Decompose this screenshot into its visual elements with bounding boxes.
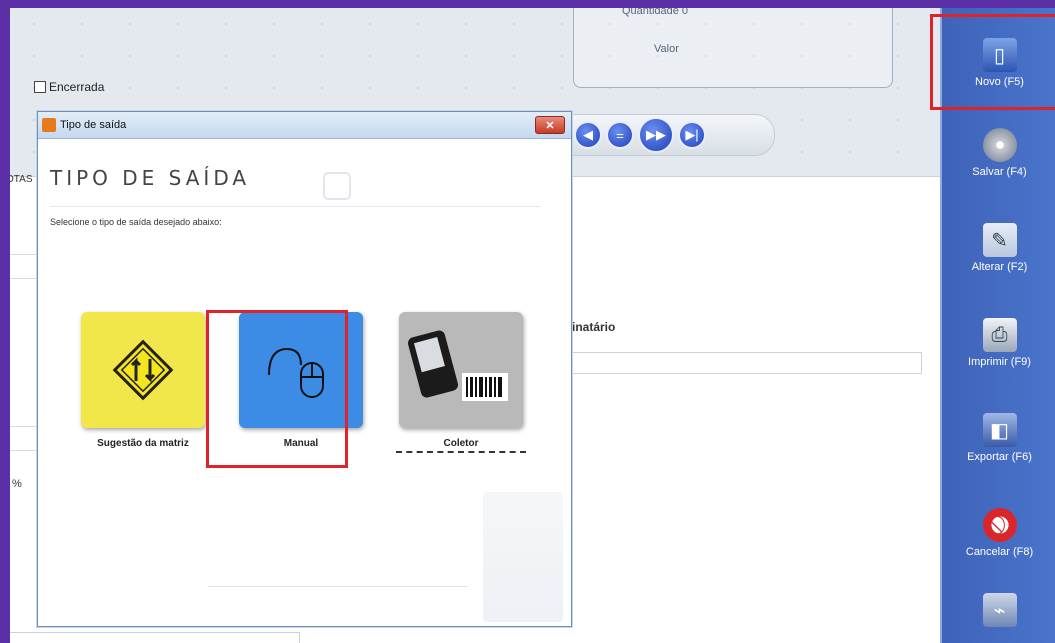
- divider: [10, 426, 38, 427]
- app-icon: [42, 118, 56, 132]
- export-button[interactable]: ◧ Exportar (F6): [942, 403, 1055, 473]
- printer-icon: ⎙: [982, 318, 1017, 352]
- tab-otas[interactable]: OTAS: [10, 174, 32, 185]
- option-coletor[interactable]: Coletor: [396, 312, 526, 453]
- dialog-title: Tipo de saída: [60, 119, 127, 131]
- edit-button-label: Alterar (F2): [971, 261, 1028, 273]
- shelves-watermark-icon: [483, 492, 563, 622]
- disc-save-icon: [982, 128, 1017, 162]
- cancel-icon: ⃠: [982, 508, 1017, 542]
- current-record-button[interactable]: =: [606, 121, 634, 149]
- record-navigation: ◀ = ▶▶ ▶|: [555, 114, 775, 156]
- divider: [10, 254, 38, 255]
- main-window: Quantidade 0 Valor Encerrada ◀ = ▶▶ ▶| O…: [10, 8, 1055, 643]
- print-button[interactable]: ⎙ Imprimir (F9): [942, 308, 1055, 378]
- previous-record-button[interactable]: ◀: [574, 121, 602, 149]
- destinatario-label: tinatário: [568, 320, 616, 334]
- divider: [10, 278, 38, 279]
- dialog-subtitle: Selecione o tipo de saída desejado abaix…: [50, 217, 222, 227]
- last-record-button[interactable]: ▶|: [678, 121, 706, 149]
- save-button[interactable]: Salvar (F4): [942, 118, 1055, 188]
- valor-label: Valor: [654, 43, 679, 55]
- divider: [208, 586, 468, 587]
- checkbox-box[interactable]: [34, 81, 46, 93]
- arrows-sign-icon: [81, 312, 205, 428]
- option-label: Coletor: [396, 438, 526, 453]
- close-button[interactable]: ✕: [535, 116, 565, 134]
- cancel-button-label: Cancelar (F8): [965, 546, 1034, 558]
- handheld-scanner-icon: [399, 312, 523, 428]
- option-label: Sugestão da matriz: [97, 438, 189, 449]
- encerrada-label: Encerrada: [49, 80, 105, 94]
- encerrada-checkbox[interactable]: Encerrada: [34, 80, 104, 94]
- next-record-button[interactable]: ▶▶: [638, 117, 674, 153]
- option-sugestao-matriz[interactable]: Sugestão da matriz: [78, 312, 208, 449]
- totals-box: Quantidade 0 Valor: [573, 8, 893, 88]
- edit-page-icon: ✎: [982, 223, 1017, 257]
- dialog-titlebar[interactable]: Tipo de saída ✕: [38, 112, 571, 139]
- clear-button[interactable]: ⌁: [942, 583, 1055, 643]
- broom-icon: ⌁: [982, 593, 1017, 627]
- highlight-manual-option: [206, 310, 348, 468]
- edit-button[interactable]: ✎ Alterar (F2): [942, 213, 1055, 283]
- export-icon: ◧: [982, 413, 1017, 447]
- decorative-icon: [323, 172, 351, 200]
- percent-label: %: [12, 478, 22, 490]
- highlight-new-button: [930, 14, 1055, 110]
- export-button-label: Exportar (F6): [967, 451, 1032, 463]
- bottom-select[interactable]: [10, 632, 300, 643]
- quantidade-label: Quantidade 0: [622, 8, 689, 17]
- destinatario-input[interactable]: [568, 352, 922, 374]
- close-icon: ✕: [545, 119, 555, 132]
- print-button-label: Imprimir (F9): [968, 356, 1031, 368]
- dialog-heading: TIPO DE SAÍDA: [50, 166, 251, 190]
- divider: [10, 450, 38, 451]
- cancel-button[interactable]: ⃠ Cancelar (F8): [942, 498, 1055, 568]
- save-button-label: Salvar (F4): [972, 166, 1027, 178]
- divider: [50, 206, 540, 207]
